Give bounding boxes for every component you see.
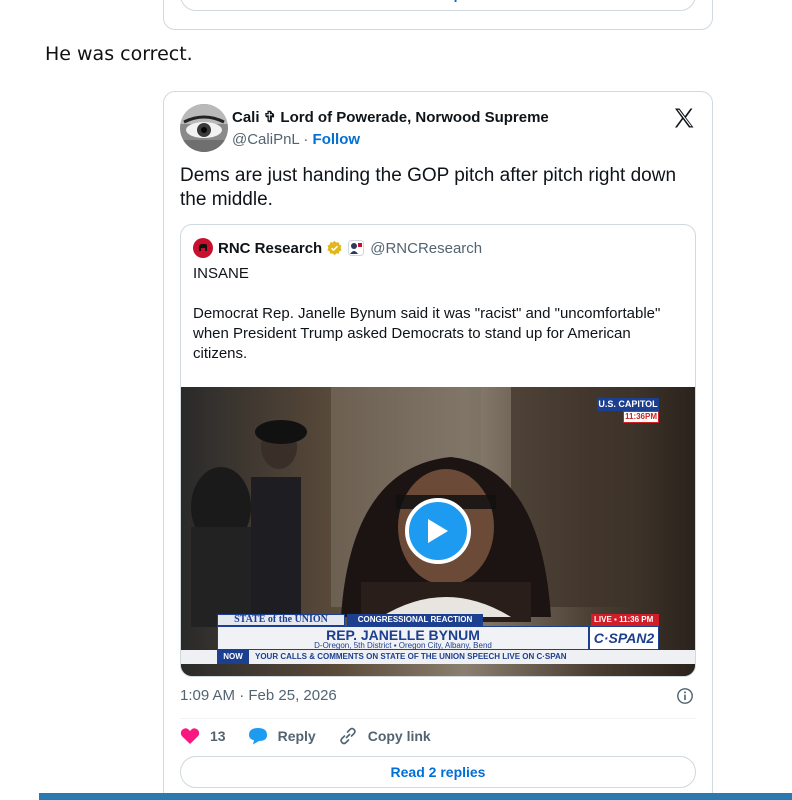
quoted-tweet-text: INSANE Democrat Rep. Janelle Bynum said …	[193, 264, 688, 364]
location-time: 11:36PM	[623, 411, 659, 423]
reply-bubble-icon	[248, 728, 267, 745]
location-label: U.S. CAPITOL	[597, 398, 659, 411]
timestamp[interactable]: 1:09 AM · Feb 25, 2026	[180, 687, 337, 704]
divider	[180, 718, 696, 719]
ticker-text: YOUR CALLS & COMMENTS ON STATE OF THE UN…	[255, 652, 567, 661]
speaker-box: REP. JANELLE BYNUM D-Oregon, 5th Distric…	[217, 626, 589, 650]
network-logo: C·SPAN2	[589, 626, 659, 650]
heart-icon	[180, 728, 200, 744]
quoted-text-line1: INSANE	[193, 265, 249, 282]
previous-embed-card: Read 3 replies	[163, 0, 713, 30]
copy-link-label: Copy link	[367, 728, 431, 744]
play-icon	[428, 519, 448, 543]
avatar[interactable]	[180, 104, 228, 152]
quoted-tweet[interactable]: RNC Research @RNCResearch INSANE Democra…	[180, 224, 696, 677]
quoted-author-name[interactable]: RNC Research	[218, 240, 322, 257]
author-meta-row: @CaliPnL · Follow	[232, 131, 360, 148]
reply-button[interactable]: Reply	[248, 727, 316, 745]
ticker-now: NOW	[217, 650, 249, 664]
event-tag: STATE of the UNION	[217, 614, 345, 626]
tweet-text: Dems are just handing the GOP pitch afte…	[180, 165, 677, 210]
quoted-tweet-header: RNC Research @RNCResearch	[193, 238, 482, 258]
copy-link-button[interactable]: Copy link	[338, 726, 431, 746]
x-logo-icon[interactable]	[672, 106, 696, 130]
quoted-author-handle[interactable]: @RNCResearch	[370, 240, 482, 257]
speaker-detail: D-Oregon, 5th District ▪ Oregon City, Al…	[314, 641, 492, 650]
article-paragraph: He was correct.	[45, 43, 193, 65]
quoted-text-line2: Democrat Rep. Janelle Bynum said it was …	[193, 305, 661, 362]
author-name[interactable]: Cali ✞ Lord of Powerade, Norwood Supreme	[232, 108, 549, 126]
reply-label: Reply	[277, 728, 316, 744]
speaker-name: REP. JANELLE BYNUM	[326, 627, 480, 643]
bottom-bar	[39, 793, 792, 800]
play-button[interactable]	[405, 498, 471, 564]
location-tag: U.S. CAPITOL 11:36PM	[597, 398, 659, 424]
follow-button[interactable]: Follow	[313, 131, 361, 148]
previous-read-replies-button[interactable]: Read 3 replies	[180, 0, 696, 11]
rnc-avatar[interactable]	[193, 238, 213, 258]
like-button[interactable]: 13	[180, 727, 226, 745]
video-player[interactable]: U.S. CAPITOL 11:36PM STATE of the UNION …	[181, 387, 695, 676]
link-icon	[339, 727, 356, 745]
tweet-embed: Cali ✞ Lord of Powerade, Norwood Supreme…	[163, 91, 713, 800]
author-handle[interactable]: @CaliPnL	[232, 131, 299, 148]
dot-separator: ·	[303, 131, 309, 148]
tweet-actions: 13 Reply Copy link	[180, 724, 453, 748]
info-icon[interactable]	[676, 687, 694, 705]
segment-label: CONGRESSIONAL REACTION	[347, 614, 483, 626]
verified-badge-icon	[327, 240, 342, 255]
live-label: LIVE ▪ 11:36 PM	[591, 614, 659, 626]
read-replies-button[interactable]: Read 2 replies	[180, 756, 696, 788]
affiliate-badge-icon	[348, 240, 365, 256]
ticker: NOW YOUR CALLS & COMMENTS ON STATE OF TH…	[181, 650, 695, 664]
lower-third: STATE of the UNION CONGRESSIONAL REACTIO…	[181, 611, 695, 676]
like-count: 13	[210, 728, 226, 744]
